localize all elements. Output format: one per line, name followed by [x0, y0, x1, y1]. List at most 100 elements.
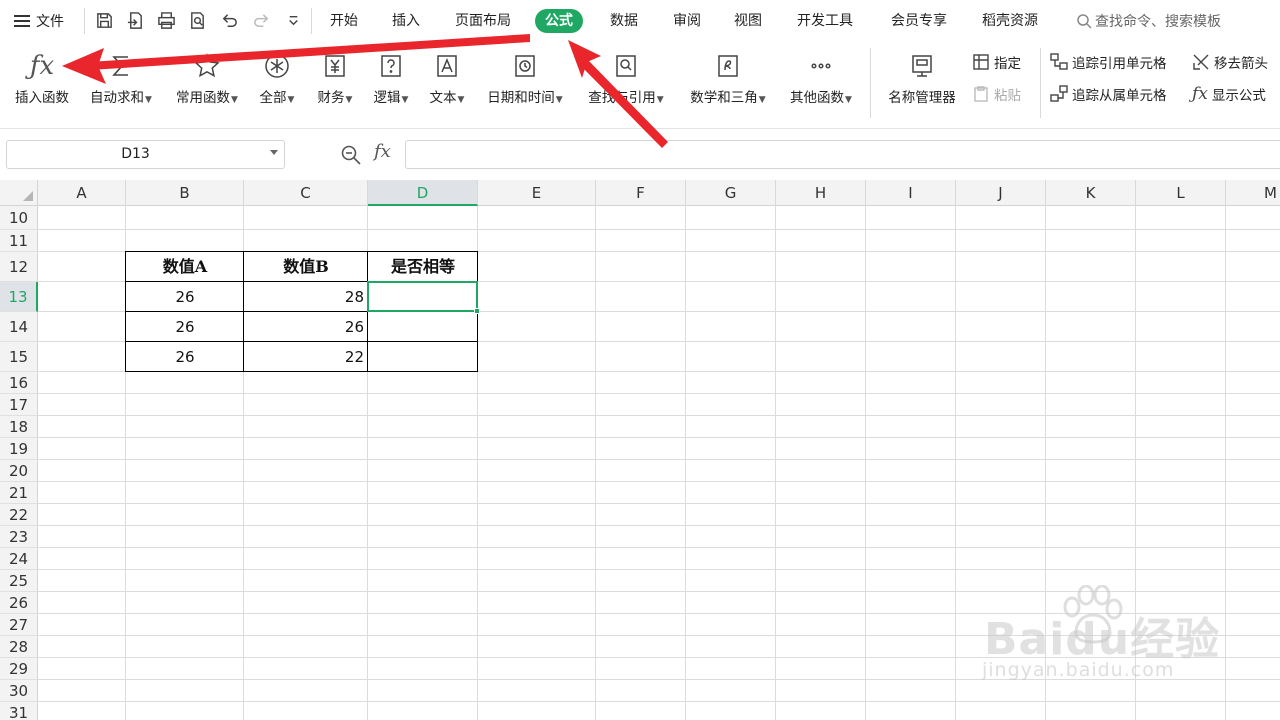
divider [84, 8, 85, 34]
zoom-icon[interactable] [340, 144, 362, 166]
row-header-15[interactable]: 15 [0, 342, 38, 372]
tab-data[interactable]: 数据 [600, 9, 648, 33]
column-header-f[interactable]: F [596, 180, 686, 206]
show-formulas-label: 显示公式 [1211, 88, 1266, 104]
show-formulas-button[interactable]: ƒx 显示公式 [1192, 83, 1266, 105]
column-header-b[interactable]: B [126, 180, 244, 206]
row-header-18[interactable]: 18 [0, 416, 38, 438]
grid-column-line [595, 206, 596, 720]
column-header-d[interactable]: D [368, 180, 478, 206]
finance-functions-button[interactable]: 财务▼ [310, 48, 360, 106]
name-box[interactable]: D13 [6, 140, 285, 169]
other-functions-button[interactable]: 其他函数▼ [782, 48, 860, 106]
trace-dependents-button[interactable]: 追踪从属单元格 [1050, 83, 1167, 105]
print-icon[interactable] [155, 9, 177, 31]
row-header-12[interactable]: 12 [0, 252, 38, 282]
file-menu[interactable]: 文件 [14, 10, 64, 32]
column-header-k[interactable]: K [1046, 180, 1136, 206]
select-all-corner[interactable] [0, 180, 38, 206]
formula-input[interactable] [405, 140, 1280, 169]
tab-formulas[interactable]: 公式 [535, 9, 583, 33]
chevron-down-icon: ▼ [758, 95, 766, 105]
row-header-13[interactable]: 13 [0, 282, 38, 312]
lookup-icon [616, 55, 636, 77]
row-header-23[interactable]: 23 [0, 526, 38, 548]
tab-member[interactable]: 会员专享 [881, 9, 957, 33]
row-header-24[interactable]: 24 [0, 548, 38, 570]
command-search[interactable]: 查找命令、搜索模板 [1076, 10, 1221, 32]
row-header-11[interactable]: 11 [0, 230, 38, 252]
row-header-14[interactable]: 14 [0, 312, 38, 342]
row-header-17[interactable]: 17 [0, 394, 38, 416]
row-header-22[interactable]: 22 [0, 504, 38, 526]
column-header-e[interactable]: E [478, 180, 596, 206]
active-cell-d13[interactable] [367, 281, 478, 312]
tab-home[interactable]: 开始 [320, 9, 368, 33]
column-header-h[interactable]: H [776, 180, 866, 206]
column-header-g[interactable]: G [686, 180, 776, 206]
name-tag-icon [912, 55, 932, 77]
grid-row-line [38, 229, 1280, 230]
row-header-19[interactable]: 19 [0, 438, 38, 460]
grid-column-line [1045, 206, 1046, 720]
math-functions-button[interactable]: 数学和三角▼ [682, 48, 774, 106]
row-header-30[interactable]: 30 [0, 680, 38, 702]
row-header-10[interactable]: 10 [0, 206, 38, 230]
tab-docer-resources[interactable]: 稻壳资源 [972, 9, 1048, 33]
row-header-31[interactable]: 31 [0, 702, 38, 720]
hamburger-icon [14, 15, 30, 27]
fx-button[interactable]: fx [374, 141, 391, 162]
row-header-20[interactable]: 20 [0, 460, 38, 482]
datetime-functions-button[interactable]: 日期和时间▼ [480, 48, 570, 106]
yen-icon [325, 55, 345, 77]
text-a-icon [437, 55, 457, 77]
sigma-icon [112, 56, 128, 76]
name-manager-button[interactable]: 名称管理器 [880, 48, 964, 106]
undo-icon[interactable] [218, 9, 240, 31]
print-preview-icon[interactable] [186, 9, 208, 31]
paste-button[interactable]: 粘贴 [972, 83, 1021, 105]
all-functions-button[interactable]: 全部▼ [252, 48, 302, 106]
insert-function-button[interactable]: ƒx 插入函数 [8, 48, 76, 106]
autosum-button[interactable]: 自动求和▼ [82, 48, 160, 106]
column-header-i[interactable]: I [866, 180, 956, 206]
grid-column-line [1135, 206, 1136, 720]
tab-review[interactable]: 审阅 [663, 9, 711, 33]
logic-functions-button[interactable]: 逻辑▼ [366, 48, 416, 106]
remove-arrows-button[interactable]: 移去箭头 [1192, 51, 1268, 73]
row-header-25[interactable]: 25 [0, 570, 38, 592]
customize-quick-access-icon[interactable] [282, 9, 304, 31]
insert-function-label: 插入函数 [15, 90, 69, 106]
grid-row-line [38, 481, 1280, 482]
tab-view[interactable]: 视图 [724, 9, 772, 33]
redo-icon[interactable] [250, 9, 272, 31]
common-functions-button[interactable]: 常用函数▼ [168, 48, 246, 106]
tab-page-layout[interactable]: 页面布局 [445, 9, 521, 33]
grid-column-line [1225, 206, 1226, 720]
row-header-29[interactable]: 29 [0, 658, 38, 680]
spreadsheet-grid[interactable]: ABCDEFGHIJKLM 10 11 12 13 14 15 16 17 18 19 20 21 22… [0, 180, 1280, 720]
fill-handle[interactable] [474, 308, 480, 314]
save-icon[interactable] [93, 9, 115, 31]
column-header-c[interactable]: C [244, 180, 368, 206]
specify-button[interactable]: 指定 [972, 51, 1021, 73]
column-header-a[interactable]: A [38, 180, 126, 206]
row-header-26[interactable]: 26 [0, 592, 38, 614]
tab-insert[interactable]: 插入 [382, 9, 430, 33]
asterisk-circle-icon [265, 54, 289, 78]
grid-row-line [38, 591, 1280, 592]
row-header-28[interactable]: 28 [0, 636, 38, 658]
row-header-16[interactable]: 16 [0, 372, 38, 394]
row-header-21[interactable]: 21 [0, 482, 38, 504]
column-header-j[interactable]: J [956, 180, 1046, 206]
column-header-m[interactable]: M [1226, 180, 1280, 206]
star-icon [194, 53, 220, 78]
tab-developer[interactable]: 开发工具 [787, 9, 863, 33]
export-pdf-icon[interactable] [124, 9, 146, 31]
trace-precedents-button[interactable]: 追踪引用单元格 [1050, 51, 1167, 73]
column-header-l[interactable]: L [1136, 180, 1226, 206]
row-header-27[interactable]: 27 [0, 614, 38, 636]
text-functions-button[interactable]: 文本▼ [422, 48, 472, 106]
lookup-functions-button[interactable]: 查找与引用▼ [580, 48, 672, 106]
chevron-down-icon: ▼ [287, 95, 295, 105]
